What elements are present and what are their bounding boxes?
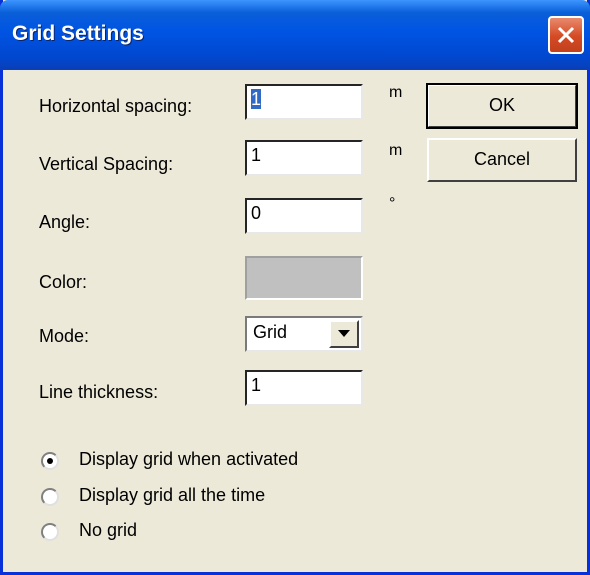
radio-label: No grid <box>79 520 138 540</box>
grid-settings-dialog: Grid Settings Horizontal spacing: 1 m Ve… <box>0 0 590 575</box>
mode-selected-value: Grid <box>253 322 288 342</box>
angle-label: Angle: <box>39 212 91 232</box>
radio-button[interactable] <box>41 488 59 506</box>
angle-input[interactable]: 0 <box>245 198 363 234</box>
color-label: Color: <box>39 272 88 292</box>
line-thickness-input[interactable]: 1 <box>245 370 363 406</box>
close-icon <box>557 26 575 44</box>
radio-button[interactable] <box>41 452 59 470</box>
vertical-spacing-label: Vertical Spacing: <box>39 154 174 174</box>
radio-label: Display grid when activated <box>79 449 299 469</box>
radio-label: Display grid all the time <box>79 485 266 505</box>
vertical-spacing-input[interactable]: 1 <box>245 140 363 176</box>
title-bar[interactable]: Grid Settings <box>0 0 590 70</box>
chevron-down-icon <box>338 330 350 337</box>
mode-dropdown-button[interactable] <box>329 320 359 348</box>
angle-unit: ° <box>389 195 396 212</box>
vertical-spacing-unit: m <box>389 142 403 159</box>
window-title: Grid Settings <box>12 22 144 45</box>
line-thickness-label: Line thickness: <box>39 382 159 402</box>
radio-button[interactable] <box>41 523 59 541</box>
horizontal-spacing-label: Horizontal spacing: <box>39 96 193 116</box>
horizontal-spacing-input[interactable]: 1 <box>245 84 363 120</box>
mode-label: Mode: <box>39 326 90 346</box>
close-button[interactable] <box>548 16 584 54</box>
horizontal-spacing-unit: m <box>389 84 403 101</box>
color-swatch[interactable] <box>245 256 363 300</box>
radio-selected-dot <box>47 458 53 464</box>
mode-select[interactable]: Grid <box>245 316 363 352</box>
cancel-button[interactable]: Cancel <box>427 138 577 182</box>
ok-button[interactable]: OK <box>426 83 578 129</box>
